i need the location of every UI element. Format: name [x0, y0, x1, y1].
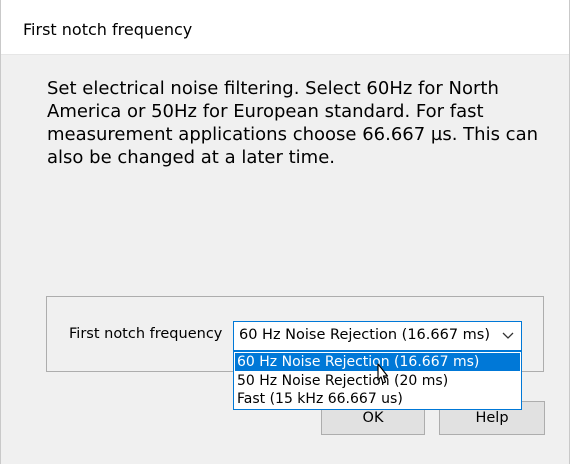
dropdown-option-fast[interactable]: Fast (15 kHz 66.667 us)	[235, 390, 520, 408]
first-notch-frequency-label: First notch frequency	[69, 326, 223, 342]
chevron-down-icon[interactable]	[501, 328, 515, 342]
mouse-pointer-icon	[377, 363, 389, 384]
dialog-window: First notch frequency Set electrical noi…	[0, 0, 570, 464]
description-text: Set electrical noise filtering. Select 6…	[47, 78, 539, 168]
combobox-selected-value: 60 Hz Noise Rejection (16.667 ms)	[239, 327, 491, 343]
title-bar[interactable]: First notch frequency	[1, 0, 569, 55]
window-title: First notch frequency	[23, 20, 193, 39]
first-notch-frequency-combobox[interactable]: 60 Hz Noise Rejection (16.667 ms)	[233, 321, 522, 351]
